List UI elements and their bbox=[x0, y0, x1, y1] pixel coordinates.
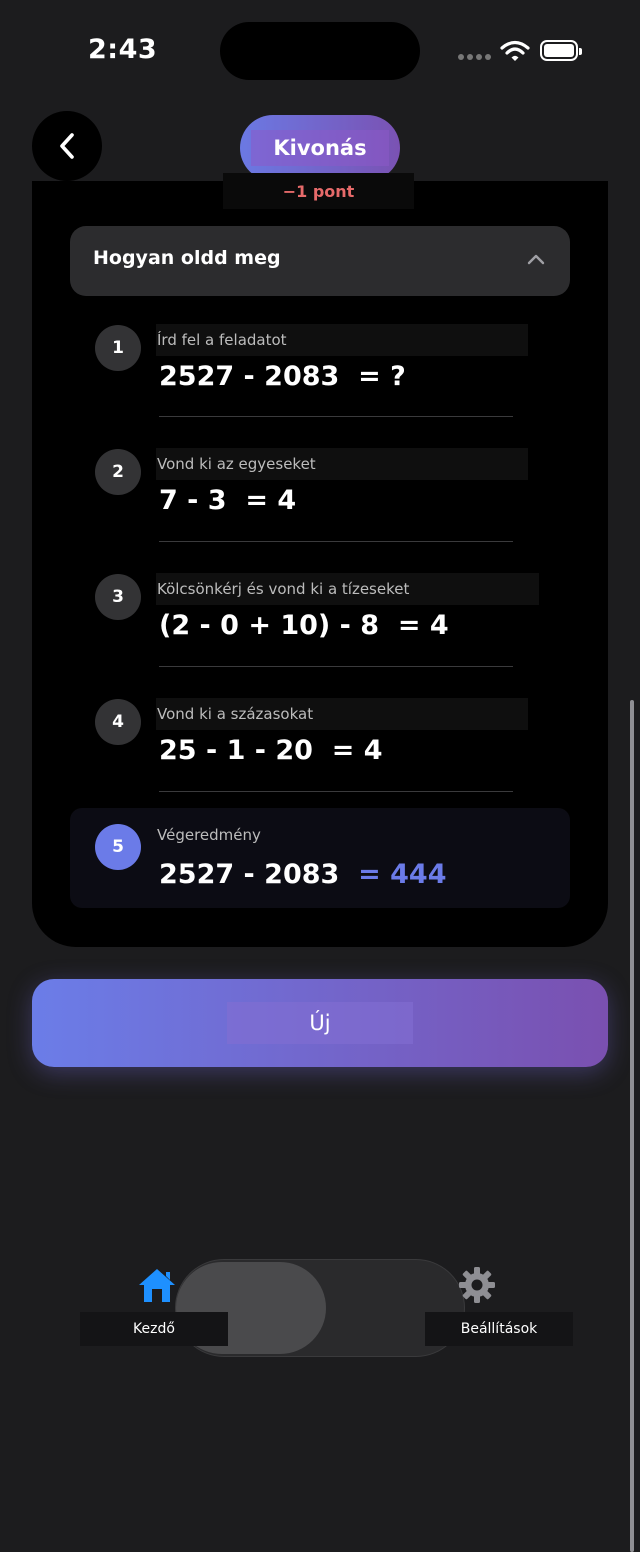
page-title: Kivonás bbox=[251, 130, 389, 166]
back-button[interactable] bbox=[32, 111, 102, 181]
step-caption: Vond ki a százasokat bbox=[156, 698, 528, 730]
new-task-label: Új bbox=[227, 1002, 413, 1044]
expression-result: = 4 bbox=[397, 610, 449, 641]
step-expression: 2527 - 2083 = ? bbox=[159, 361, 406, 392]
scrollbar[interactable] bbox=[630, 700, 634, 1552]
howto-header[interactable]: Hogyan oldd meg bbox=[70, 226, 570, 296]
step-caption: Kölcsönkérj és vond ki a tízeseket bbox=[156, 573, 539, 605]
home-icon[interactable] bbox=[137, 1266, 177, 1304]
dynamic-island bbox=[220, 22, 420, 80]
divider bbox=[159, 541, 513, 542]
step-caption: Végeredmény bbox=[157, 826, 261, 844]
step-number: 1 bbox=[95, 325, 141, 371]
expression-text: 25 - 1 - 20 bbox=[159, 735, 313, 766]
step-caption: Írd fel a feladatot bbox=[156, 324, 528, 356]
expression-result: = 4 bbox=[245, 485, 297, 516]
howto-title: Hogyan oldd meg bbox=[93, 247, 281, 269]
step-expression: 2527 - 2083 = 444 bbox=[159, 859, 447, 890]
operation-title-pill: Kivonás bbox=[240, 115, 400, 181]
tab-settings-label[interactable]: Beállítások bbox=[425, 1312, 573, 1346]
new-task-button[interactable]: Új bbox=[32, 979, 608, 1067]
step-caption: Vond ki az egyeseket bbox=[156, 448, 528, 480]
step-number: 2 bbox=[95, 449, 141, 495]
step-number: 5 bbox=[95, 824, 141, 870]
solution-card: Hogyan oldd meg 1 Írd fel a feladatot 25… bbox=[32, 181, 608, 947]
points-badge: −1 pont bbox=[223, 173, 414, 209]
expression-result: = ? bbox=[358, 361, 406, 392]
chevron-left-icon bbox=[60, 133, 74, 159]
expression-text: 7 - 3 bbox=[159, 485, 227, 516]
step-number: 3 bbox=[95, 574, 141, 620]
expression-text: (2 - 0 + 10) - 8 bbox=[159, 610, 380, 641]
divider bbox=[159, 666, 513, 667]
divider bbox=[159, 791, 513, 792]
chevron-up-icon[interactable] bbox=[526, 250, 546, 270]
expression-result: = 4 bbox=[331, 735, 383, 766]
wifi-icon bbox=[500, 40, 530, 61]
step-expression: 25 - 1 - 20 = 4 bbox=[159, 735, 383, 766]
battery-icon bbox=[540, 40, 582, 61]
divider bbox=[159, 416, 513, 417]
expression-text: 2527 - 2083 bbox=[159, 361, 340, 392]
gear-icon[interactable] bbox=[458, 1266, 496, 1304]
step-number: 4 bbox=[95, 699, 141, 745]
cellular-signal-icon bbox=[458, 54, 491, 60]
tab-home-label[interactable]: Kezdő bbox=[80, 1312, 228, 1346]
final-result: = 444 bbox=[358, 859, 447, 890]
step-expression: 7 - 3 = 4 bbox=[159, 485, 296, 516]
expression-text: 2527 - 2083 bbox=[159, 859, 340, 890]
step-expression: (2 - 0 + 10) - 8 = 4 bbox=[159, 610, 449, 641]
final-result-box bbox=[70, 808, 570, 908]
status-time: 2:43 bbox=[88, 34, 158, 65]
